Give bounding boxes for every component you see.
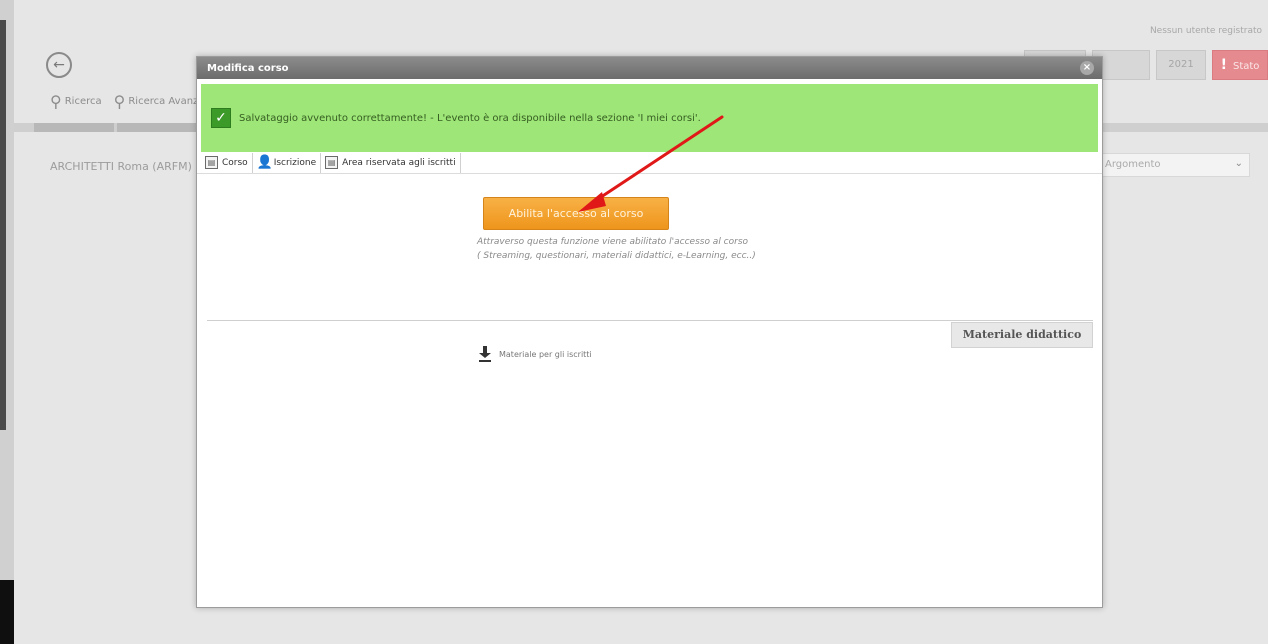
tab-corso[interactable]: ▤ Corso <box>201 152 253 173</box>
enable-course-access-button[interactable]: Abilita l'accesso al corso <box>483 197 669 230</box>
calendar-icon: ▤ <box>205 156 218 169</box>
search-tool-label: Ricerca <box>64 96 102 107</box>
materials-link-label: Materiale per gli iscritti <box>499 349 592 359</box>
category-select-value: Argomento <box>1105 159 1161 170</box>
enable-access-help: Attraverso questa funzione viene abilita… <box>477 235 756 263</box>
background-toolbar: ⚲ Ricerca ⚲ Ricerca Avanzata <box>50 92 214 111</box>
screen-edge <box>0 0 14 644</box>
background-button-3[interactable]: 2021 <box>1156 50 1206 80</box>
user-status-text: Nessun utente registrato <box>1149 26 1262 36</box>
background-tab[interactable] <box>34 123 114 132</box>
edit-course-modal: Modifica corso × ✓ Salvataggio avvenuto … <box>196 56 1103 608</box>
modal-title-bar: Modifica corso × <box>197 57 1102 79</box>
status-button-label: Stato <box>1232 61 1260 72</box>
materials-download-link[interactable]: Materiale per gli iscritti <box>479 346 592 362</box>
tab-label: Area riservata agli iscritti <box>342 157 456 168</box>
help-line-2: ( Streaming, questionari, materiali dida… <box>477 251 756 261</box>
alert-icon: ! <box>1220 57 1227 73</box>
background-tab[interactable] <box>117 123 197 132</box>
calendar-icon: ▤ <box>325 156 339 169</box>
background-main-label: ARCHITETTI Roma (ARFM) <box>50 160 192 173</box>
search-icon: ⚲ <box>50 92 62 111</box>
checkmark-icon: ✓ <box>211 108 231 128</box>
search-icon: ⚲ <box>113 92 126 111</box>
screen-edge-black <box>0 580 14 644</box>
person-icon: 👤 <box>256 155 273 170</box>
section-divider <box>207 320 1093 321</box>
success-banner: ✓ Salvataggio avvenuto correttamente! - … <box>201 84 1098 152</box>
tab-label: Iscrizione <box>273 157 317 168</box>
success-message: Salvataggio avvenuto correttamente! - L'… <box>239 112 701 124</box>
tab-iscrizione[interactable]: 👤 Iscrizione <box>253 152 322 173</box>
help-line-1: Attraverso questa funzione viene abilita… <box>477 237 749 247</box>
status-button[interactable]: ! Stato <box>1212 50 1268 80</box>
modal-tabs: ▤ Corso 👤 Iscrizione ▤ Area riservata ag… <box>197 152 1102 174</box>
tab-area-riservata[interactable]: ▤ Area riservata agli iscritti <box>321 152 461 173</box>
section-title-materials: Materiale didattico <box>951 322 1093 348</box>
screen-edge-dark <box>0 20 6 430</box>
close-icon[interactable]: × <box>1080 61 1094 75</box>
chevron-down-icon: ⌄ <box>1234 158 1243 169</box>
tab-label: Corso <box>222 157 248 168</box>
modal-title: Modifica corso <box>207 63 289 74</box>
download-icon <box>479 346 491 362</box>
search-tool[interactable]: ⚲ Ricerca <box>50 92 102 111</box>
category-select[interactable]: Argomento ⌄ <box>1098 153 1250 177</box>
back-arrow-icon[interactable]: ← <box>46 52 72 78</box>
